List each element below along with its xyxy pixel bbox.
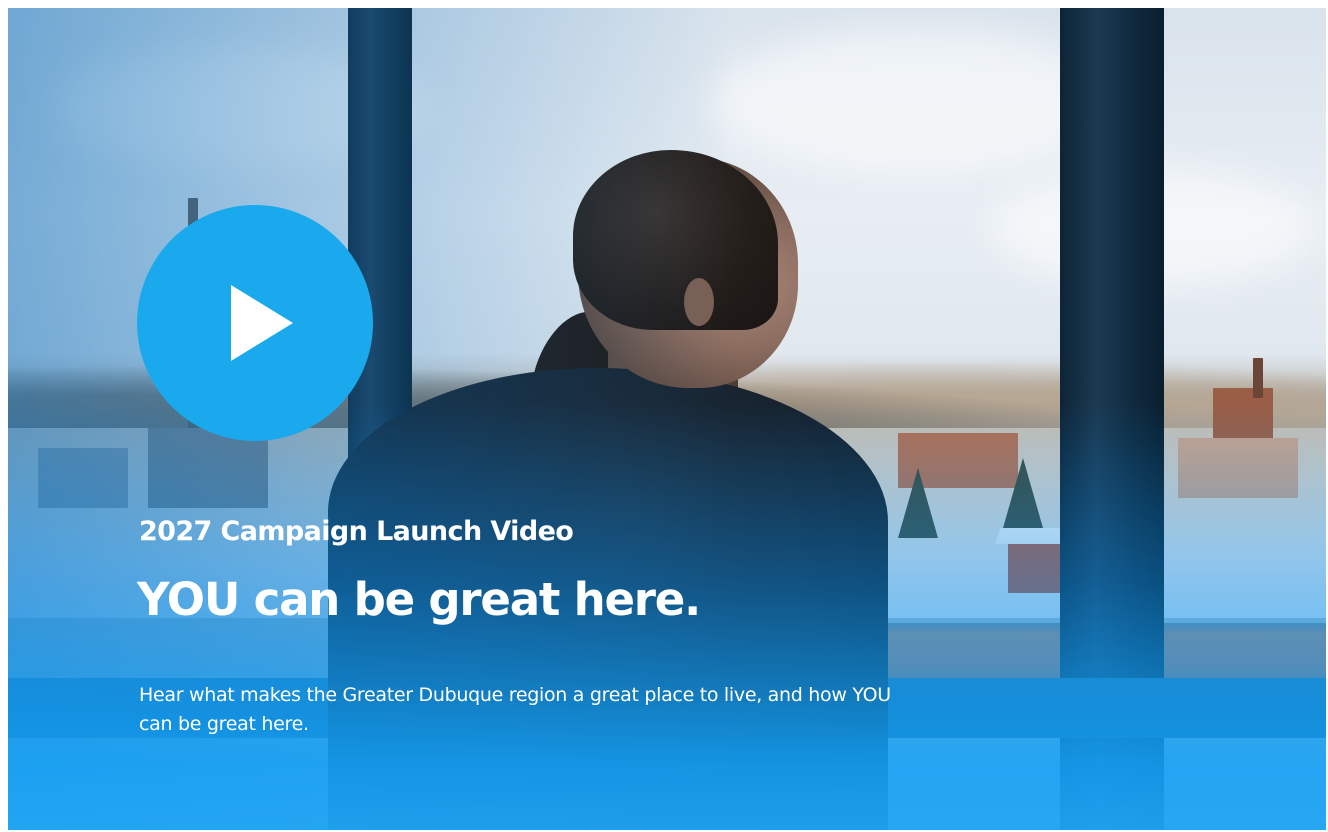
video-description: Hear what makes the Greater Dubuque regi… — [139, 684, 891, 735]
video-headline: YOU can be great here. — [137, 573, 701, 626]
play-icon — [231, 285, 293, 361]
play-button[interactable] — [137, 205, 373, 441]
video-kicker: 2027 Campaign Launch Video — [139, 516, 574, 547]
video-card[interactable]: 2027 Campaign Launch Video YOU can be gr… — [8, 8, 1326, 830]
